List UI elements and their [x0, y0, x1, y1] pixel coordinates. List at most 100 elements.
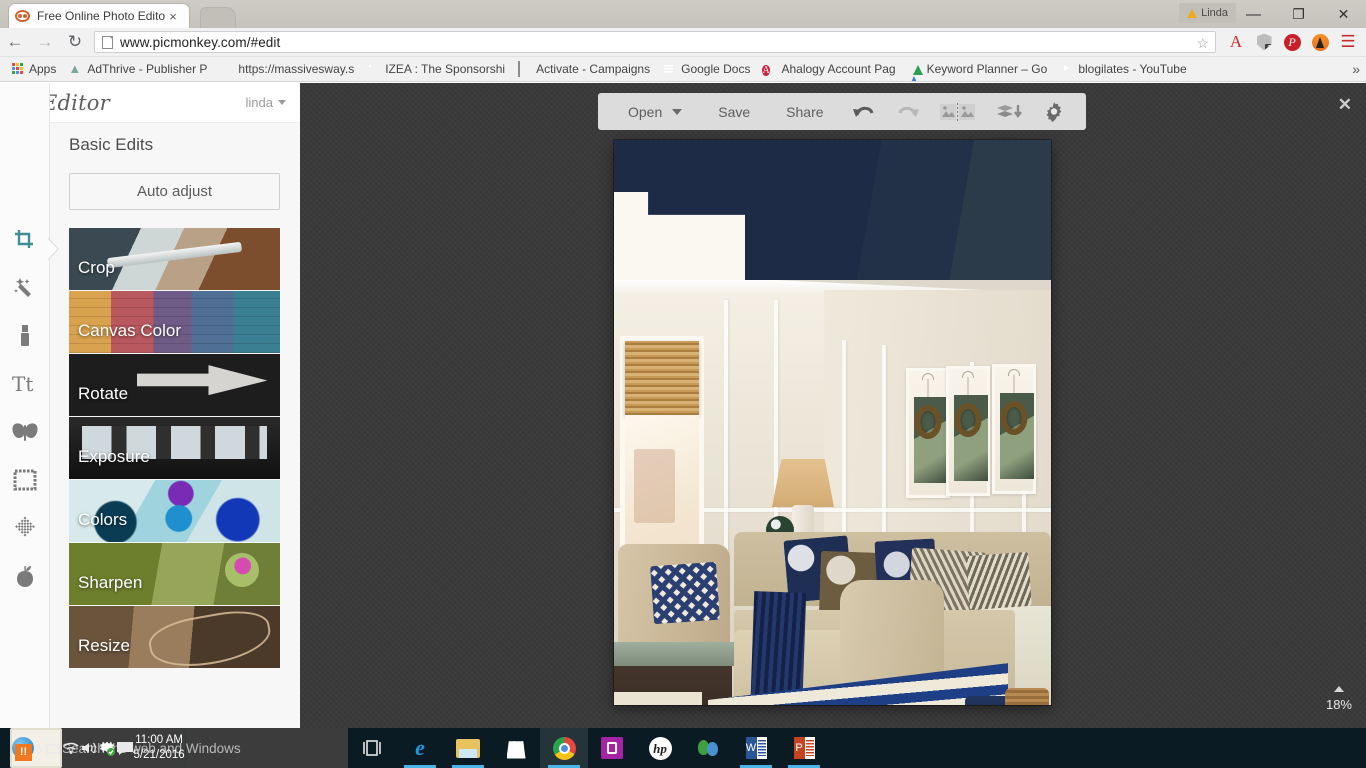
- text-tool-button[interactable]: Tt: [7, 369, 43, 399]
- taskbar-app-cast[interactable]: [588, 728, 636, 768]
- ahalogy-icon: A: [762, 65, 770, 76]
- tray-alert-icon[interactable]: !!: [12, 737, 34, 761]
- bookmark-activate[interactable]: Activate - Campaigns: [511, 60, 656, 78]
- bookmarks-overflow-icon[interactable]: »: [1352, 61, 1360, 77]
- sync-check-icon[interactable]: [98, 728, 116, 768]
- bookmark-star-icon[interactable]: ☆: [1196, 35, 1209, 52]
- edit-item-resize[interactable]: Resize: [69, 606, 280, 668]
- taskbar-app-store[interactable]: [492, 728, 540, 768]
- window-close-button[interactable]: ✕: [1321, 0, 1366, 28]
- forward-button[interactable]: →: [30, 28, 60, 57]
- window-minimize-button[interactable]: —: [1231, 0, 1276, 28]
- lipstick-icon: [20, 325, 29, 346]
- taskbar-app-powerpoint[interactable]: [780, 728, 828, 768]
- edit-item-rotate[interactable]: Rotate: [69, 354, 280, 416]
- taskbar-clock[interactable]: 11:00 AM 5/21/2016: [134, 728, 185, 768]
- zoom-indicator[interactable]: 18%: [1326, 686, 1352, 712]
- taskbar-app-word[interactable]: [732, 728, 780, 768]
- system-tray: !! ∧ 11:00 AM 5/21/2016: [10, 728, 186, 768]
- text-tt-icon: Tt: [12, 373, 33, 395]
- open-button[interactable]: Open: [610, 104, 700, 120]
- themes-tool-button[interactable]: [7, 561, 43, 591]
- edit-item-exposure[interactable]: Exposure: [69, 417, 280, 479]
- crop-tool-button[interactable]: [7, 225, 43, 255]
- window-profile-button[interactable]: Linda: [1179, 3, 1236, 23]
- frames-tool-button[interactable]: [7, 465, 43, 495]
- settings-button[interactable]: [1034, 101, 1074, 122]
- open-label: Open: [628, 103, 663, 120]
- back-button[interactable]: ←: [0, 28, 30, 57]
- task-view-button[interactable]: [348, 728, 396, 768]
- browser-tab[interactable]: Free Online Photo Editor ×: [8, 3, 190, 28]
- apps-bookmark[interactable]: Apps: [6, 60, 62, 78]
- profile-name: Linda: [1201, 7, 1228, 19]
- edit-item-colors[interactable]: Colors: [69, 480, 280, 542]
- tool-rail: Tt: [0, 83, 50, 728]
- taskbar-app-messenger[interactable]: [684, 728, 732, 768]
- cast-icon: [601, 737, 623, 759]
- battery-icon[interactable]: [44, 728, 62, 768]
- tray-chevron-icon[interactable]: ∧: [34, 728, 44, 768]
- taskbar-app-edge[interactable]: e: [396, 728, 444, 768]
- bookmark-izea[interactable]: IZEA : The Sponsorshi: [360, 60, 511, 78]
- photo-canvas[interactable]: [614, 140, 1051, 705]
- bookmark-google-docs[interactable]: Google Docs: [656, 60, 756, 78]
- bookmark-label: Keyword Planner – Go: [926, 62, 1048, 76]
- windows-taskbar: Search the web and Windows e hp: [0, 728, 1366, 768]
- reload-button[interactable]: ↻: [60, 28, 90, 57]
- edit-item-label: Crop: [78, 258, 115, 277]
- edit-item-sharpen[interactable]: Sharpen: [69, 543, 280, 605]
- show-desktop-button[interactable]: [184, 728, 186, 768]
- page-info-icon: [102, 35, 113, 49]
- compare-button[interactable]: [930, 102, 986, 121]
- bookmark-label: AdThrive - Publisher P: [87, 62, 208, 76]
- taskbar-app-hp[interactable]: hp: [636, 728, 684, 768]
- share-button[interactable]: Share: [768, 104, 841, 120]
- save-button[interactable]: Save: [700, 104, 768, 120]
- svg-text:Tt: Tt: [12, 373, 33, 395]
- pinterest-icon[interactable]: P: [1278, 28, 1306, 57]
- textures-tool-button[interactable]: [7, 513, 43, 543]
- adblock-shield-icon[interactable]: [1250, 28, 1278, 57]
- chrome-menu-icon[interactable]: ☰: [1334, 28, 1362, 57]
- window-maximize-button[interactable]: ❐: [1276, 0, 1321, 28]
- redo-button[interactable]: [886, 103, 930, 121]
- edit-item-crop[interactable]: Crop: [69, 228, 280, 290]
- texture-icon: [14, 516, 35, 537]
- taskbar-app-chrome[interactable]: [540, 728, 588, 768]
- touch-up-tool-button[interactable]: [7, 321, 43, 351]
- zoom-up-caret-icon[interactable]: [1333, 686, 1344, 692]
- browser-nav-bar: ← → ↻ www.picmonkey.com/#edit ☆ A P ☰: [0, 28, 1366, 57]
- apps-grid-icon: [12, 63, 24, 75]
- clock-date: 5/21/2016: [133, 749, 185, 761]
- new-tab-button[interactable]: [200, 7, 236, 28]
- user-menu-button[interactable]: linda: [246, 95, 300, 110]
- editor-close-button[interactable]: ✕: [1338, 95, 1352, 115]
- document-icon: [517, 61, 531, 77]
- auto-adjust-button[interactable]: Auto adjust: [69, 173, 280, 210]
- browser-tab-strip: Free Online Photo Editor × Linda — ❐ ✕: [0, 0, 1366, 28]
- flatten-button[interactable]: [986, 103, 1034, 121]
- edit-item-canvas-color[interactable]: Canvas Color: [69, 291, 280, 353]
- undo-button[interactable]: [842, 103, 886, 121]
- bookmark-keyword-planner[interactable]: Keyword Planner – Go: [902, 60, 1054, 81]
- bookmark-adthrive[interactable]: ▲ AdThrive - Publisher P: [62, 60, 213, 78]
- bookmark-blogilates[interactable]: blogilates - YouTube: [1053, 60, 1192, 78]
- overlays-tool-button[interactable]: [7, 417, 43, 447]
- tab-close-icon[interactable]: ×: [165, 10, 181, 23]
- address-bar[interactable]: www.picmonkey.com/#edit ☆: [94, 31, 1216, 53]
- bookmark-ahalogy[interactable]: A Ahalogy Account Pag: [756, 60, 901, 78]
- alert-extension-icon[interactable]: [1306, 28, 1334, 57]
- zoom-level: 18%: [1325, 697, 1352, 712]
- taskbar-app-file-explorer[interactable]: [444, 728, 492, 768]
- wifi-icon[interactable]: [62, 728, 80, 768]
- tree-icon: ▲: [68, 61, 82, 76]
- butterfly-icon: [11, 423, 38, 441]
- bookmark-massivesway[interactable]: https://massivesway.s: [213, 60, 360, 78]
- volume-icon[interactable]: [80, 728, 98, 768]
- action-center-icon[interactable]: [116, 728, 134, 768]
- effects-tool-button[interactable]: [7, 273, 43, 303]
- font-extension-icon[interactable]: A: [1222, 28, 1250, 57]
- edit-item-label: Canvas Color: [78, 321, 181, 340]
- active-tool-pointer-icon: [48, 238, 59, 260]
